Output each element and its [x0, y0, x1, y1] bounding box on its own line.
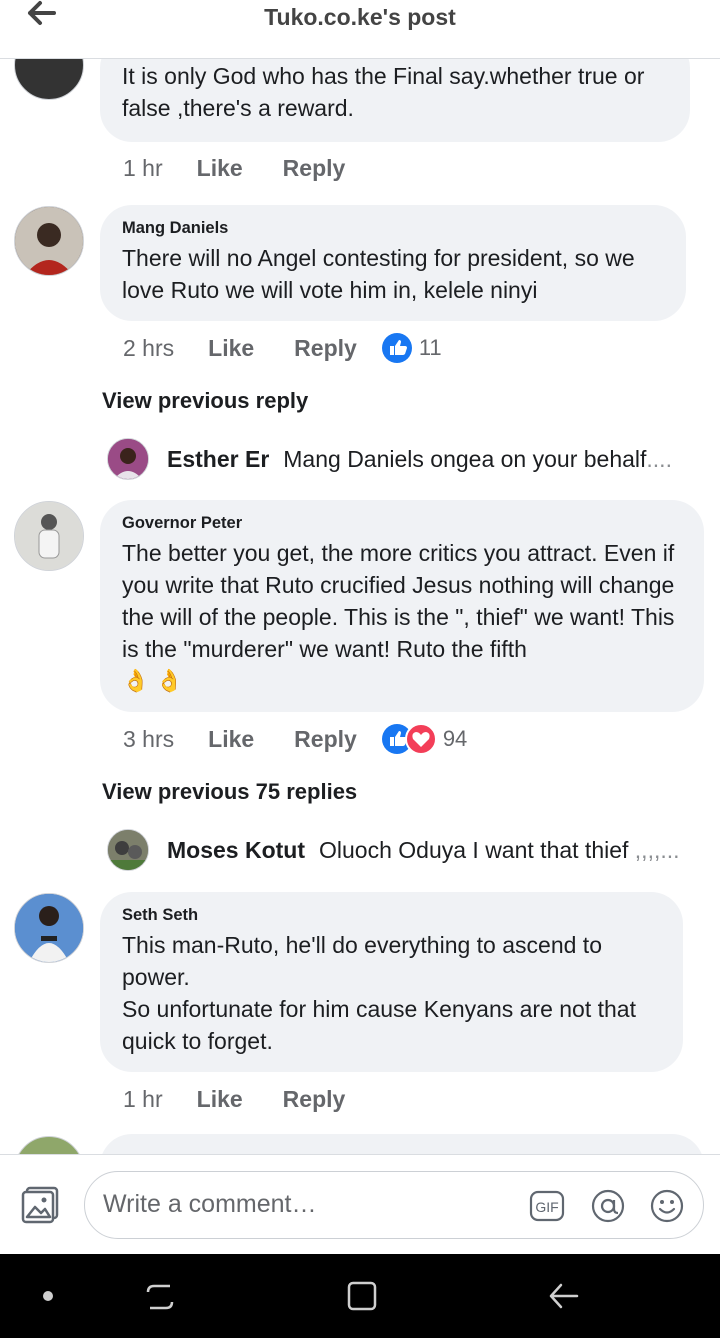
mention-icon[interactable]: [590, 1188, 626, 1224]
recent-apps-icon[interactable]: [140, 1276, 180, 1316]
comment-text: The better you get, the more critics you…: [122, 540, 675, 662]
comment-actions: 3 hrs Like Reply 94: [123, 719, 467, 759]
gif-label: GIF: [535, 1199, 558, 1215]
avatar-photo-icon: [15, 502, 83, 570]
comment-author[interactable]: Seth Seth: [122, 906, 661, 925]
love-icon: [404, 723, 437, 755]
comment-bubble[interactable]: Governor Peter The better you get, the m…: [100, 500, 704, 712]
avatar-photo-icon: [108, 439, 148, 479]
reply-preview[interactable]: Esther Er Mang Daniels ongea on your beh…: [107, 438, 672, 480]
comment-time[interactable]: 1 hr: [123, 155, 163, 182]
avatar-photo-icon: [15, 894, 83, 962]
avatar[interactable]: [107, 438, 149, 480]
comment-bubble[interactable]: [100, 1134, 704, 1154]
comment-time[interactable]: 1 hr: [123, 1086, 163, 1113]
avatar[interactable]: [14, 893, 84, 963]
reaction-count: 94: [442, 726, 468, 751]
reply-button[interactable]: Reply: [294, 335, 357, 362]
reply-text: Oluoch Oduya I want that thief ,,,,...: [319, 837, 680, 864]
comment-bubble[interactable]: It is only God who has the Final say.whe…: [100, 58, 690, 142]
system-nav-bar: [0, 1254, 720, 1338]
reaction-count: 11: [418, 335, 442, 360]
avatar[interactable]: [14, 58, 84, 100]
comment-actions: 1 hr Like Reply: [123, 1079, 385, 1119]
comment-text: It is only God who has the Final say.whe…: [122, 63, 645, 121]
avatar[interactable]: [14, 501, 84, 571]
emoji-icon[interactable]: [649, 1188, 685, 1224]
avatar-photo-icon: [15, 207, 83, 275]
like-button[interactable]: Like: [208, 726, 254, 753]
reply-button[interactable]: Reply: [283, 1086, 346, 1113]
like-button[interactable]: Like: [208, 335, 254, 362]
home-icon[interactable]: [341, 1276, 381, 1316]
reply-preview[interactable]: Moses Kotut Oluoch Oduya I want that thi…: [107, 829, 680, 871]
avatar[interactable]: [14, 1136, 84, 1154]
reply-text-body: Mang Daniels ongea on your behalf: [283, 445, 647, 472]
reply-text-ellipsis: ,,,,...: [634, 836, 680, 863]
comment-bubble[interactable]: Seth Seth This man-Ruto, he'll do everyt…: [100, 892, 683, 1072]
back-nav-icon[interactable]: [543, 1276, 583, 1316]
avatar[interactable]: [14, 206, 84, 276]
comment-input[interactable]: Write a comment… GIF: [84, 1171, 704, 1239]
avatar-photo-icon: [108, 830, 148, 870]
photo-icon[interactable]: [20, 1185, 60, 1225]
comment-actions: 2 hrs Like Reply 11: [123, 328, 442, 368]
comment-text: This man-Ruto, he'll do everything to as…: [122, 932, 636, 1054]
comment-author[interactable]: Mang Daniels: [122, 219, 664, 238]
view-previous-replies[interactable]: View previous 75 replies: [102, 779, 357, 805]
reply-author[interactable]: Moses Kotut: [167, 837, 305, 864]
reply-text-ellipsis: ....: [646, 445, 672, 472]
reaction-summary[interactable]: 94: [381, 723, 467, 755]
reply-text-body: Oluoch Oduya I want that thief: [319, 836, 635, 863]
post-header: Tuko.co.ke's post: [0, 0, 720, 59]
comment-actions: 1 hr Like Reply: [123, 148, 385, 188]
view-previous-replies[interactable]: View previous reply: [102, 388, 308, 414]
dot-icon[interactable]: [28, 1276, 68, 1316]
reply-text: Mang Daniels ongea on your behalf....: [283, 446, 672, 473]
page-title: Tuko.co.ke's post: [264, 4, 456, 30]
comment-input-placeholder: Write a comment…: [103, 1190, 317, 1218]
reply-author[interactable]: Esther Er: [167, 446, 269, 473]
reply-button[interactable]: Reply: [283, 155, 346, 182]
like-icon: [381, 333, 412, 363]
reaction-summary[interactable]: 11: [381, 332, 442, 364]
like-button[interactable]: Like: [197, 155, 243, 182]
reply-button[interactable]: Reply: [294, 726, 357, 753]
comment-time[interactable]: 2 hrs: [123, 335, 174, 362]
gif-icon[interactable]: GIF: [529, 1188, 565, 1224]
comment-text: There will no Angel contesting for presi…: [122, 245, 635, 303]
comment-author[interactable]: Governor Peter: [122, 514, 682, 533]
comment-emoji: 👌 👌: [122, 668, 183, 693]
like-button[interactable]: Like: [197, 1086, 243, 1113]
avatar[interactable]: [107, 829, 149, 871]
comment-time[interactable]: 3 hrs: [123, 726, 174, 753]
comment-composer: Write a comment… GIF: [0, 1154, 720, 1255]
comment-bubble[interactable]: Mang Daniels There will no Angel contest…: [100, 205, 686, 321]
comments-feed[interactable]: It is only God who has the Final say.whe…: [0, 58, 720, 1154]
